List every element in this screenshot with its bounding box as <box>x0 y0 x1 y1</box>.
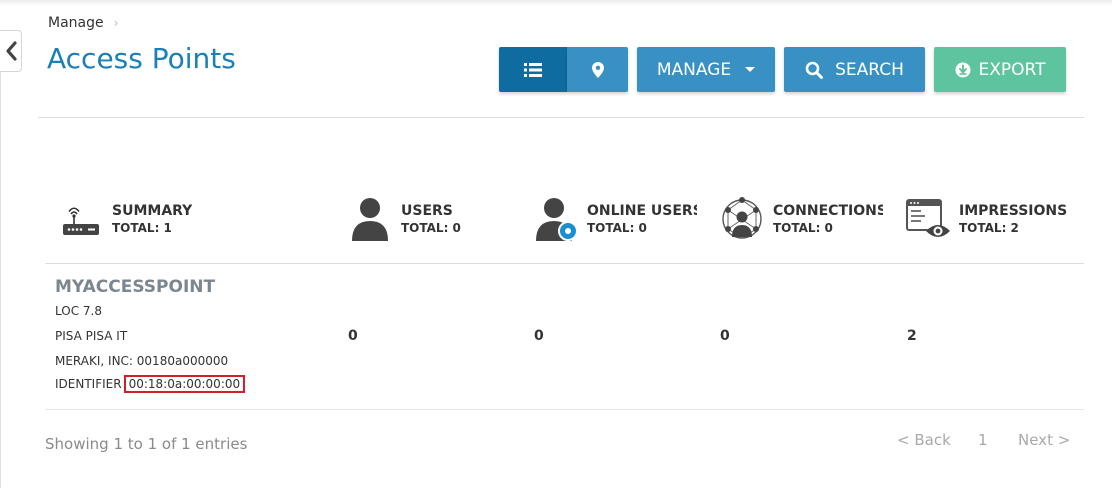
online-users-value: 0 <box>534 328 544 344</box>
summary-total: TOTAL: 1 <box>112 221 172 235</box>
pagination-next[interactable]: Next > <box>1018 431 1070 449</box>
map-pin-icon <box>591 61 604 78</box>
divider <box>45 263 1084 264</box>
users-label: USERS <box>401 203 453 219</box>
connections-label: CONNECTIONS <box>773 203 883 219</box>
online-users-total: TOTAL: 0 <box>587 221 647 235</box>
caret-down-icon <box>745 67 756 72</box>
manage-label: MANAGE <box>656 59 732 80</box>
connections-value: 0 <box>720 328 730 344</box>
user-icon <box>345 193 395 245</box>
search-button[interactable]: SEARCH <box>784 47 925 92</box>
users-stat: USERS TOTAL: 0 <box>345 193 461 245</box>
entries-info: Showing 1 to 1 of 1 entries <box>45 435 248 453</box>
access-point-name[interactable]: MYACCESSPOINT <box>55 277 215 297</box>
breadcrumb-manage[interactable]: Manage <box>48 15 104 31</box>
pagination-page-1[interactable]: 1 <box>978 431 988 449</box>
sidebar-edge <box>0 72 1 488</box>
online-users-label: ONLINE USERS <box>587 203 697 219</box>
online-user-icon <box>531 193 581 245</box>
chevron-right-icon: › <box>113 16 119 30</box>
access-point-identifier: IDENTIFIER 00:18:0a:00:00:00 <box>55 375 246 393</box>
connections-total: TOTAL: 0 <box>773 221 833 235</box>
sidebar-toggle[interactable] <box>0 30 22 72</box>
list-icon <box>524 62 542 77</box>
connections-icon <box>717 193 767 245</box>
impressions-total: TOTAL: 2 <box>959 221 1019 235</box>
identifier-label: IDENTIFIER <box>55 377 122 391</box>
export-label: EXPORT <box>978 59 1046 80</box>
users-total: TOTAL: 0 <box>401 221 461 235</box>
router-icon <box>56 193 106 245</box>
toolbar: MANAGE SEARCH EXPORT <box>499 47 1066 92</box>
impressions-stat: IMPRESSIONS TOTAL: 2 <box>903 193 1067 245</box>
identifier-value: 00:18:0a:00:00:00 <box>123 375 246 393</box>
search-icon <box>805 61 824 79</box>
access-point-vendor: MERAKI, INC: 00180a000000 <box>55 354 229 368</box>
impressions-label: IMPRESSIONS <box>959 203 1068 219</box>
page-title: Access Points <box>47 42 236 75</box>
access-point-place: PISA PISA IT <box>55 329 128 343</box>
map-view-button[interactable] <box>567 47 628 92</box>
summary-stat: SUMMARY TOTAL: 1 <box>56 193 192 245</box>
users-value: 0 <box>348 328 358 344</box>
top-shadow <box>0 0 1112 6</box>
summary-label: SUMMARY <box>112 203 193 219</box>
search-label: SEARCH <box>835 59 904 80</box>
impressions-value: 2 <box>907 328 917 344</box>
breadcrumb: Manage › <box>48 15 118 31</box>
list-view-button[interactable] <box>499 47 567 92</box>
export-button[interactable]: EXPORT <box>934 47 1066 92</box>
access-point-loc: LOC 7.8 <box>55 304 102 318</box>
pagination-back[interactable]: < Back <box>897 431 951 449</box>
download-circle-icon <box>955 62 970 77</box>
divider <box>38 117 1084 118</box>
online-users-stat: ONLINE USERS TOTAL: 0 <box>531 193 697 245</box>
manage-button[interactable]: MANAGE <box>637 47 775 92</box>
chevron-left-icon <box>5 41 17 61</box>
impressions-icon <box>903 193 953 245</box>
connections-stat: CONNECTIONS TOTAL: 0 <box>717 193 883 245</box>
divider <box>45 409 1084 410</box>
